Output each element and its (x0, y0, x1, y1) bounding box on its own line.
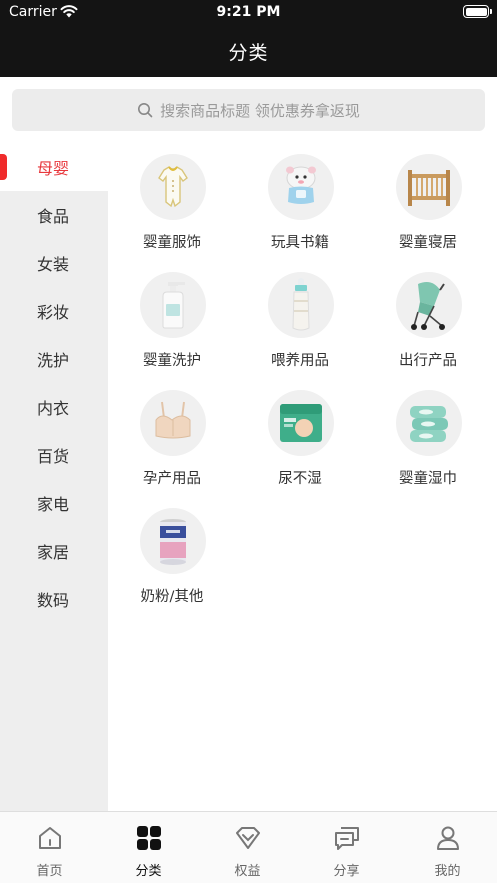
sidebar-item-food[interactable]: 食品 (0, 191, 108, 239)
sidebar-item-makeup[interactable]: 彩妆 (0, 287, 108, 335)
feeding-bottle-icon (268, 272, 334, 338)
sidebar-item-label: 数码 (37, 591, 70, 610)
tab-label: 权益 (234, 864, 261, 879)
category-label: 奶粉/其他 (140, 589, 204, 605)
tab-label: 首页 (36, 864, 63, 879)
search-icon (138, 103, 153, 118)
share-chat-icon (335, 827, 359, 850)
sidebar-item-womens-clothing[interactable]: 女装 (0, 239, 108, 287)
sidebar-item-label: 洗护 (37, 351, 70, 370)
category-item-stroller[interactable]: 出行产品 (364, 261, 492, 371)
category-label: 婴童洗护 (143, 353, 201, 369)
search-placeholder: 搜索商品标题 领优惠券拿返现 (160, 101, 360, 120)
search-area: 搜索商品标题 领优惠券拿返现 (0, 77, 497, 143)
bottom-tab-bar: 首页 分类 权益 分享 我的 (0, 811, 497, 883)
wash-bottle-icon (140, 272, 206, 338)
category-label: 婴童服饰 (143, 235, 201, 251)
category-label: 婴童寝居 (399, 235, 457, 251)
tab-label: 分享 (333, 864, 360, 879)
home-icon (39, 827, 61, 849)
sidebar-item-digital[interactable]: 数码 (0, 575, 108, 623)
sidebar-item-label: 女装 (37, 255, 70, 274)
category-item-maternity[interactable]: 孕产用品 (108, 379, 236, 489)
sidebar-item-muying[interactable]: 母婴 (0, 143, 108, 191)
sidebar-item-underwear[interactable]: 内衣 (0, 383, 108, 431)
subcategory-grid: 婴童服饰 玩具书籍 婴童寝居 婴童洗护 喂养用品 出行产品 孕产用品 尿不湿 婴… (108, 143, 497, 811)
sidebar-item-label: 母婴 (37, 159, 70, 178)
tab-share[interactable]: 分享 (297, 812, 396, 883)
sidebar-item-label: 彩妆 (37, 303, 70, 322)
tab-label: 我的 (434, 864, 461, 879)
milk-powder-can-icon (140, 508, 206, 574)
category-item-feeding[interactable]: 喂养用品 (236, 261, 364, 371)
tab-profile[interactable]: 我的 (398, 812, 497, 883)
category-item-wet-wipes[interactable]: 婴童湿巾 (364, 379, 492, 489)
sidebar-item-label: 家居 (37, 543, 70, 562)
sidebar-item-label: 食品 (37, 207, 70, 226)
diaper-pack-icon (268, 390, 334, 456)
sidebar-item-general-goods[interactable]: 百货 (0, 431, 108, 479)
diamond-icon (236, 827, 260, 849)
category-grid-icon (137, 826, 161, 850)
crib-icon (396, 154, 462, 220)
sidebar-item-appliances[interactable]: 家电 (0, 479, 108, 527)
category-sidebar: 母婴 食品 女装 彩妆 洗护 内衣 百货 家电 家居 数码 (0, 143, 108, 811)
page-title: 分类 (228, 42, 269, 64)
category-label: 婴童湿巾 (399, 471, 457, 487)
category-label: 孕产用品 (143, 471, 201, 487)
sidebar-item-label: 百货 (37, 447, 70, 466)
top-bar: Carrier 9:21 PM 分类 (0, 0, 497, 77)
battery-icon (463, 5, 492, 18)
category-label: 喂养用品 (271, 353, 329, 369)
category-label: 尿不湿 (278, 471, 322, 487)
status-bar: Carrier 9:21 PM (0, 0, 497, 26)
sidebar-item-label: 内衣 (37, 399, 70, 418)
stroller-icon (396, 272, 462, 338)
tab-label: 分类 (135, 864, 162, 879)
sidebar-item-care[interactable]: 洗护 (0, 335, 108, 383)
profile-icon (437, 826, 459, 850)
category-item-milk-powder[interactable]: 奶粉/其他 (108, 497, 236, 607)
baby-romper-icon (140, 154, 206, 220)
wet-wipes-icon (396, 390, 462, 456)
tab-home[interactable]: 首页 (0, 812, 99, 883)
tab-category[interactable]: 分类 (99, 812, 198, 883)
toy-figure-icon (268, 154, 334, 220)
tab-benefits[interactable]: 权益 (198, 812, 297, 883)
category-item-baby-clothing[interactable]: 婴童服饰 (108, 143, 236, 253)
category-label: 玩具书籍 (271, 235, 329, 251)
maternity-bra-icon (140, 390, 206, 456)
category-item-baby-wash[interactable]: 婴童洗护 (108, 261, 236, 371)
category-label: 出行产品 (399, 353, 457, 369)
category-item-baby-bedding[interactable]: 婴童寝居 (364, 143, 492, 253)
status-time: 9:21 PM (216, 4, 281, 20)
sidebar-item-label: 家电 (37, 495, 70, 514)
sidebar-item-home[interactable]: 家居 (0, 527, 108, 575)
category-item-diapers[interactable]: 尿不湿 (236, 379, 364, 489)
search-input[interactable]: 搜索商品标题 领优惠券拿返现 (12, 89, 485, 131)
category-item-toys-books[interactable]: 玩具书籍 (236, 143, 364, 253)
